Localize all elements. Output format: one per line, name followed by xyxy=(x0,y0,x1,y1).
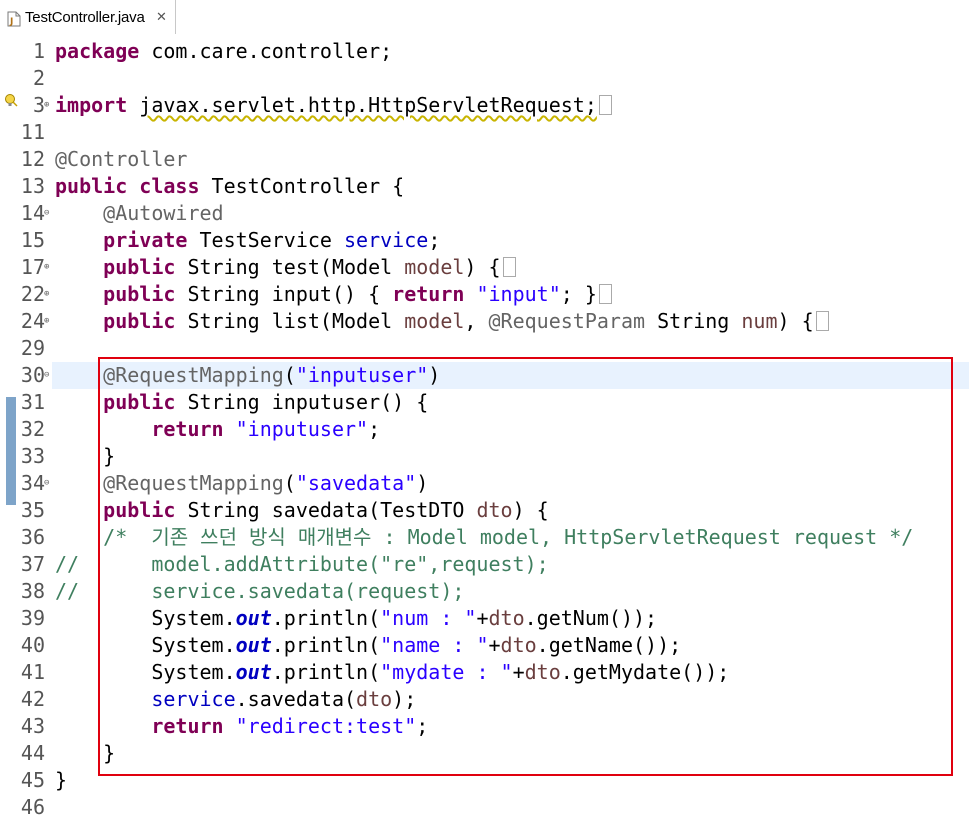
line-number: 35 xyxy=(20,498,45,522)
code-line[interactable]: } xyxy=(55,767,67,794)
line-number: 45 xyxy=(20,768,45,792)
code-line[interactable]: return "inputuser"; xyxy=(55,416,380,443)
code-line[interactable]: public class TestController { xyxy=(55,173,404,200)
line-number: 2 xyxy=(32,66,45,90)
warning-lightbulb-icon[interactable] xyxy=(4,93,18,107)
close-icon[interactable]: ✕ xyxy=(156,10,167,25)
line-number: 34 xyxy=(20,471,45,495)
code-line[interactable]: public String inputuser() { xyxy=(55,389,428,416)
fold-collapse-icon[interactable]: ⊖ xyxy=(44,470,49,497)
line-number: 15 xyxy=(20,228,45,252)
line-number: 44 xyxy=(20,741,45,765)
svg-text:J: J xyxy=(9,17,13,27)
code-line[interactable]: // service.savedata(request); xyxy=(55,578,464,605)
line-number: 13 xyxy=(20,174,45,198)
code-editor[interactable]: 1 package com.care.controller; 2 3 ⊕ import j… xyxy=(0,37,969,824)
line-number: 11 xyxy=(20,120,45,144)
line-number: 22 xyxy=(20,282,45,306)
code-line[interactable]: @RequestMapping("inputuser") xyxy=(55,362,440,389)
line-number: 17 xyxy=(20,255,45,279)
code-line[interactable]: /* 기존 쓰던 방식 매개변수 : Model model, HttpServ… xyxy=(55,524,913,551)
line-number: 14 xyxy=(20,201,45,225)
code-line[interactable]: // model.addAttribute("re",request); xyxy=(55,551,549,578)
code-line[interactable]: private TestService service; xyxy=(55,227,440,254)
fold-expand-icon[interactable]: ⊕ xyxy=(44,281,49,308)
line-number: 1 xyxy=(32,39,45,63)
line-number: 39 xyxy=(20,606,45,630)
line-number: 43 xyxy=(20,714,45,738)
code-line[interactable]: return "redirect:test"; xyxy=(55,713,428,740)
editor-tab[interactable]: J TestController.java ✕ xyxy=(0,0,176,34)
line-number: 29 xyxy=(20,336,45,360)
line-number: 24 xyxy=(20,309,45,333)
code-line[interactable]: @Controller xyxy=(55,146,187,173)
fold-expand-icon[interactable]: ⊕ xyxy=(44,92,49,119)
code-line[interactable]: @Autowired xyxy=(55,200,223,227)
code-line[interactable]: public String list(Model model, @Request… xyxy=(55,308,829,335)
tab-title: TestController.java xyxy=(25,9,145,26)
line-number: 31 xyxy=(20,390,45,414)
line-number: 40 xyxy=(20,633,45,657)
code-line[interactable]: public String input() { return "input"; … xyxy=(55,281,612,308)
line-number: 32 xyxy=(20,417,45,441)
line-number: 41 xyxy=(20,660,45,684)
code-line[interactable]: import javax.servlet.http.HttpServletReq… xyxy=(55,92,612,119)
code-line[interactable]: System.out.println("name : "+dto.getName… xyxy=(55,632,681,659)
code-line[interactable]: public String test(Model model) { xyxy=(55,254,516,281)
line-number: 46 xyxy=(20,795,45,819)
editor-tab-bar: J TestController.java ✕ xyxy=(0,0,969,37)
code-line[interactable]: service.savedata(dto); xyxy=(55,686,416,713)
line-number: 36 xyxy=(20,525,45,549)
fold-expand-icon[interactable]: ⊕ xyxy=(44,254,49,281)
code-line[interactable]: System.out.println("num : "+dto.getNum()… xyxy=(55,605,657,632)
line-number: 42 xyxy=(20,687,45,711)
code-line[interactable]: public String savedata(TestDTO dto) { xyxy=(55,497,549,524)
line-number: 37 xyxy=(20,552,45,576)
fold-collapse-icon[interactable]: ⊖ xyxy=(44,362,49,389)
java-file-icon: J xyxy=(7,11,21,27)
code-line[interactable]: } xyxy=(55,443,115,470)
code-line[interactable]: System.out.println("mydate : "+dto.getMy… xyxy=(55,659,729,686)
fold-expand-icon[interactable]: ⊕ xyxy=(44,308,49,335)
fold-collapse-icon[interactable]: ⊖ xyxy=(44,200,49,227)
code-line[interactable]: package com.care.controller; xyxy=(55,38,392,65)
line-number: 12 xyxy=(20,147,45,171)
code-line[interactable]: } xyxy=(55,740,115,767)
line-number: 30 xyxy=(20,363,45,387)
code-line[interactable]: @RequestMapping("savedata") xyxy=(55,470,428,497)
line-number: 33 xyxy=(20,444,45,468)
line-number: 38 xyxy=(20,579,45,603)
